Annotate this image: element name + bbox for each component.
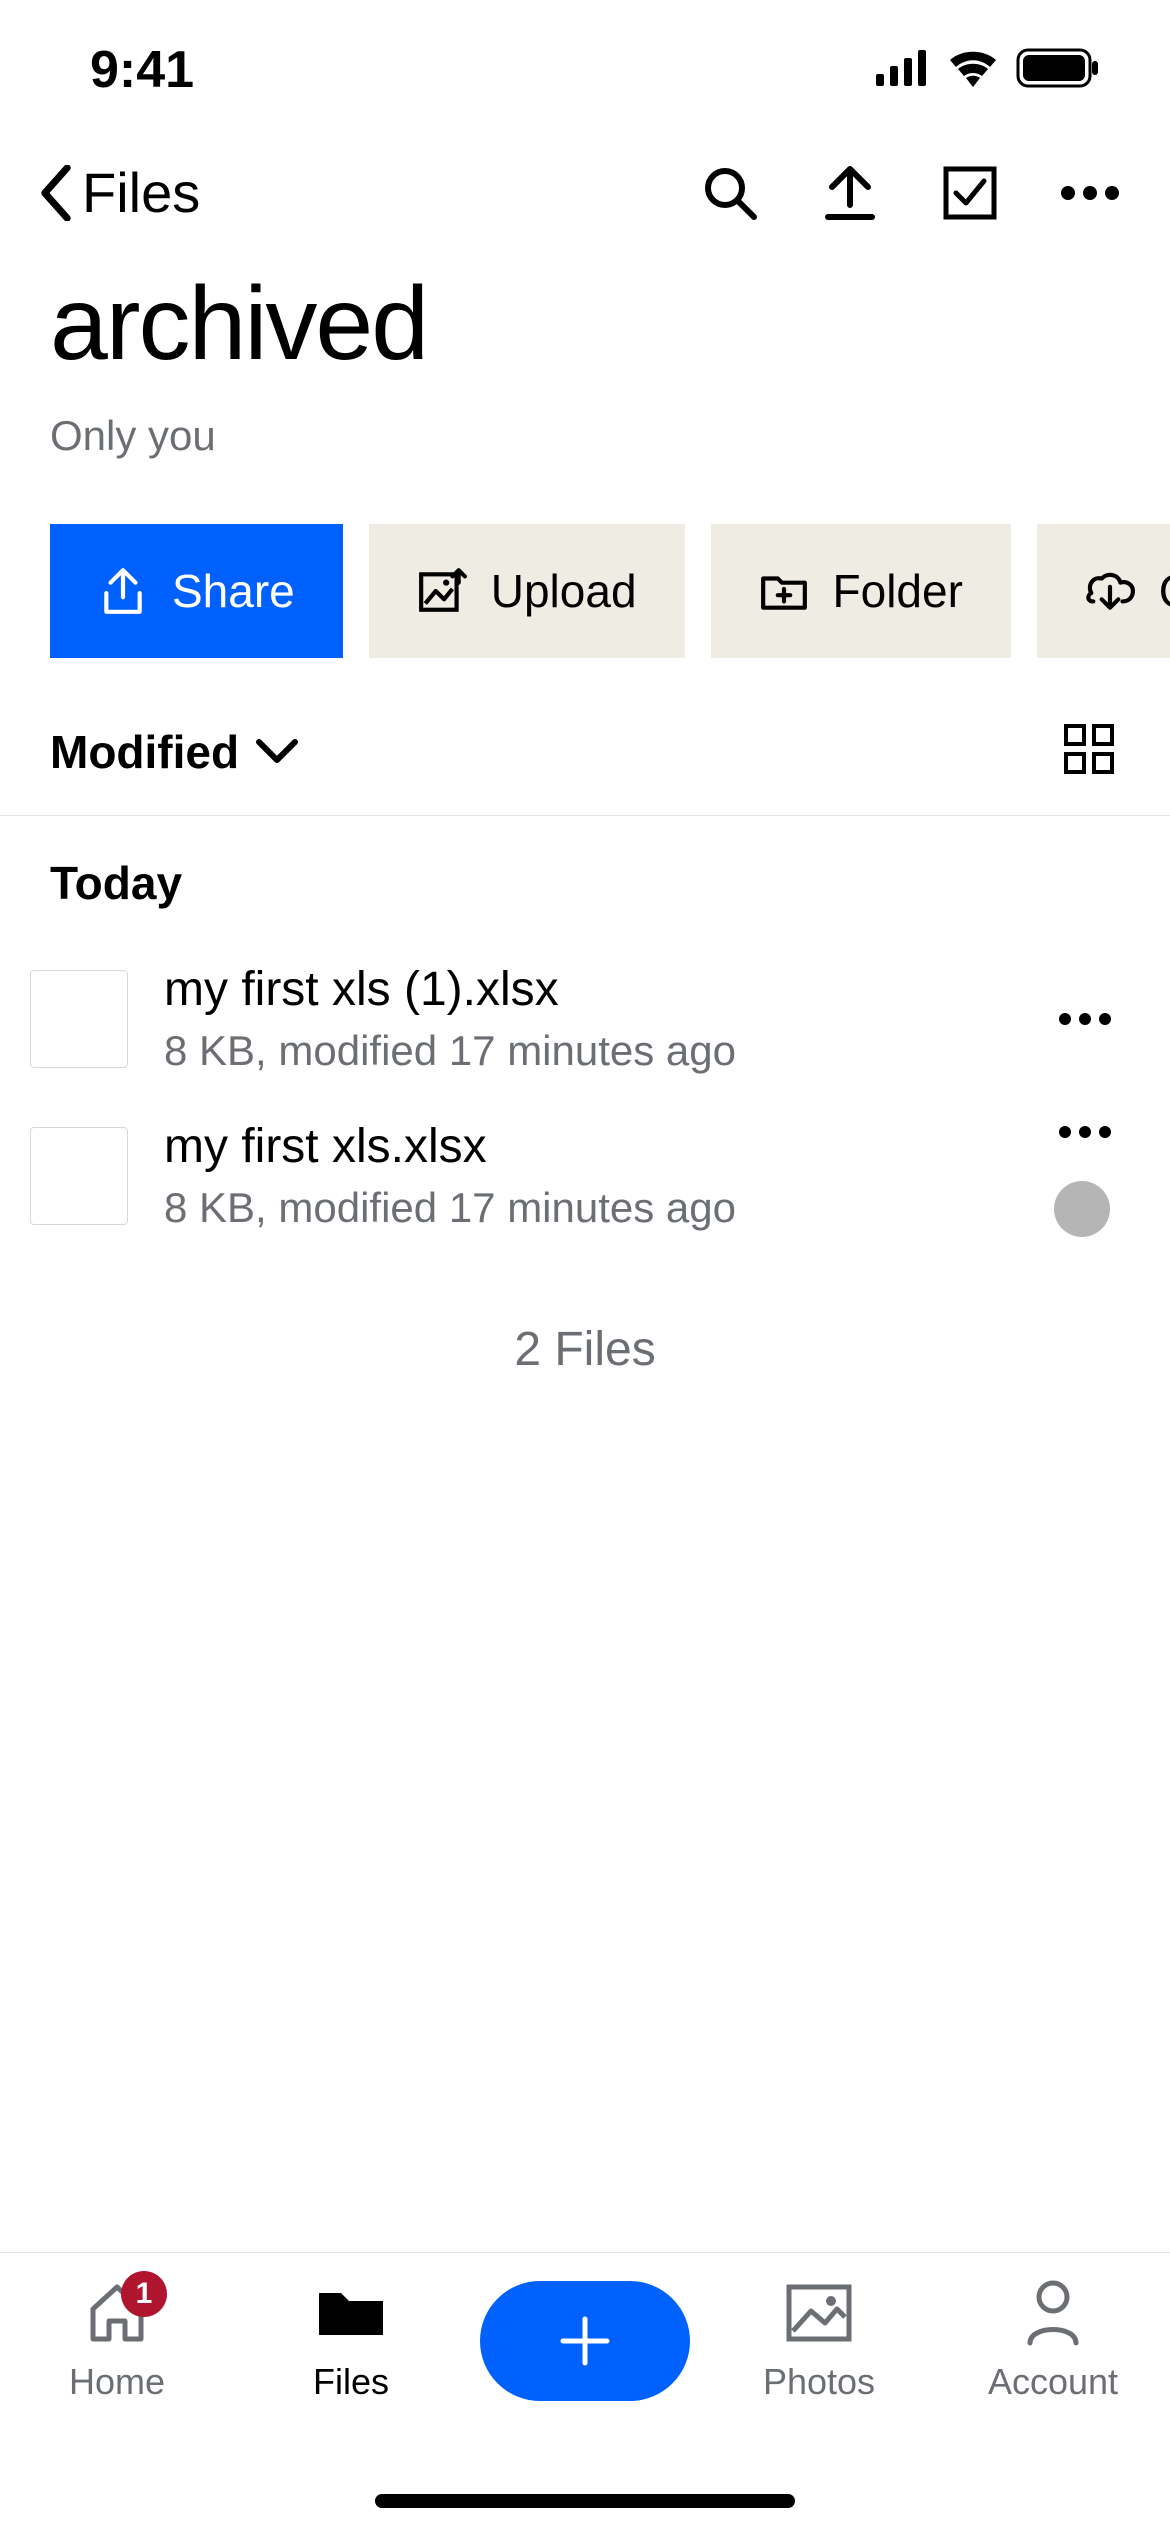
- cellular-icon: [876, 50, 930, 91]
- tab-home[interactable]: 1 Home: [27, 2277, 207, 2403]
- battery-icon: [1016, 48, 1100, 93]
- sort-label: Modified: [50, 725, 239, 779]
- sync-status-indicator: [1054, 1181, 1110, 1237]
- tab-account-label: Account: [988, 2361, 1118, 2403]
- select-button[interactable]: [940, 163, 1000, 223]
- chevron-down-icon: [255, 734, 299, 770]
- folder-plus-icon: [759, 566, 809, 616]
- sort-button[interactable]: Modified: [50, 725, 299, 779]
- nav-header: Files: [0, 140, 1170, 235]
- tab-photos[interactable]: Photos: [729, 2277, 909, 2403]
- file-more-button[interactable]: [1050, 1012, 1120, 1026]
- upload-chip-label: Upload: [491, 564, 637, 618]
- image-upload-icon: [417, 566, 467, 616]
- back-label: Files: [82, 160, 200, 225]
- tab-bar: 1 Home Files Photos Account: [0, 2252, 1170, 2532]
- tab-files-label: Files: [313, 2361, 389, 2403]
- more-horizontal-icon: [1058, 1125, 1112, 1139]
- tab-photos-label: Photos: [763, 2361, 875, 2403]
- share-chip-label: Share: [172, 564, 295, 618]
- search-button[interactable]: [700, 163, 760, 223]
- tab-account[interactable]: Account: [963, 2277, 1143, 2403]
- more-horizontal-icon: [1060, 185, 1120, 201]
- back-button[interactable]: Files: [36, 160, 200, 225]
- tab-home-label: Home: [69, 2361, 165, 2403]
- folder-chip-label: Folder: [833, 564, 963, 618]
- home-indicator: [375, 2494, 795, 2508]
- upload-chip[interactable]: Upload: [369, 524, 685, 658]
- file-row[interactable]: my first xls.xlsx 8 KB, modified 17 minu…: [0, 1097, 1170, 1254]
- account-icon: [1017, 2277, 1089, 2349]
- tab-create[interactable]: [495, 2277, 675, 2401]
- file-thumbnail: [30, 970, 128, 1068]
- folder-chip[interactable]: Folder: [711, 524, 1011, 658]
- offline-chip-label: Offline: [1159, 564, 1170, 618]
- upload-nav-button[interactable]: [820, 163, 880, 223]
- file-meta: 8 KB, modified 17 minutes ago: [164, 1184, 1014, 1232]
- plus-icon: [557, 2313, 613, 2369]
- home-badge: 1: [121, 2271, 167, 2317]
- action-chip-row: Share Upload Folder Offline: [0, 480, 1170, 688]
- folder-icon: [315, 2277, 387, 2349]
- file-more-button[interactable]: [1050, 1125, 1120, 1139]
- file-name: my first xls (1).xlsx: [164, 962, 1014, 1017]
- title-block: archived Only you: [0, 235, 1170, 480]
- wifi-icon: [948, 49, 998, 92]
- status-bar: 9:41: [0, 0, 1170, 140]
- upload-arrow-icon: [824, 163, 876, 223]
- fab-button[interactable]: [480, 2281, 690, 2401]
- status-time: 9:41: [90, 40, 194, 100]
- grid-icon: [1064, 724, 1114, 774]
- photos-icon: [783, 2277, 855, 2349]
- file-row[interactable]: my first xls (1).xlsx 8 KB, modified 17 …: [0, 940, 1170, 1097]
- chevron-left-icon: [36, 165, 76, 221]
- search-icon: [702, 165, 758, 221]
- share-chip[interactable]: Share: [50, 524, 343, 658]
- tab-files[interactable]: Files: [261, 2277, 441, 2403]
- page-subtitle: Only you: [50, 412, 1120, 460]
- share-icon: [98, 566, 148, 616]
- grid-view-button[interactable]: [1064, 724, 1114, 779]
- file-count-summary: 2 Files: [0, 1254, 1170, 1445]
- file-name: my first xls.xlsx: [164, 1119, 1014, 1174]
- cloud-download-icon: [1085, 566, 1135, 616]
- status-indicators: [876, 48, 1100, 93]
- file-thumbnail: [30, 1127, 128, 1225]
- checkbox-icon: [942, 165, 998, 221]
- page-title: archived: [50, 265, 1120, 384]
- list-section-header: Today: [0, 816, 1170, 940]
- file-meta: 8 KB, modified 17 minutes ago: [164, 1027, 1014, 1075]
- sort-row: Modified: [0, 688, 1170, 815]
- more-horizontal-icon: [1058, 1012, 1112, 1026]
- more-nav-button[interactable]: [1060, 163, 1120, 223]
- offline-chip[interactable]: Offline: [1037, 524, 1170, 658]
